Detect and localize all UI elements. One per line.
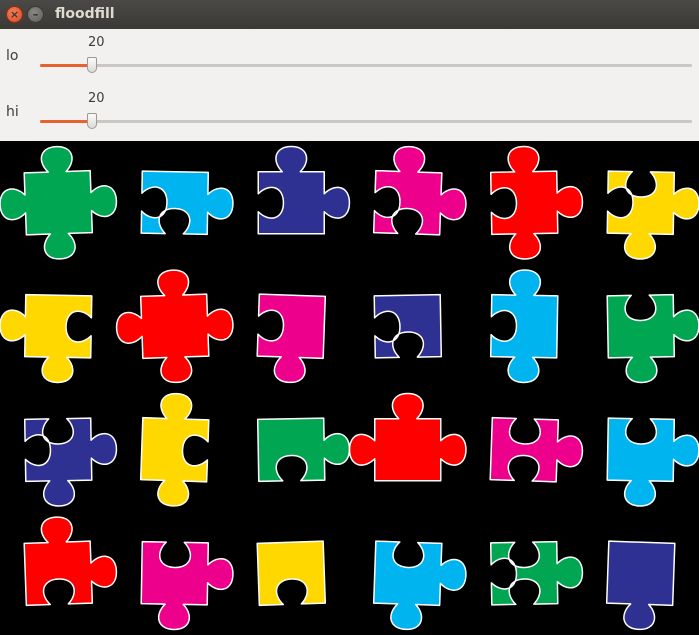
hi-trackbar-row: hi 20 — [0, 85, 699, 141]
puzzle-piece-navy — [257, 145, 351, 235]
puzzle-piece-magenta — [256, 293, 327, 384]
puzzle-piece-yellow — [139, 392, 210, 507]
hi-slider-fill — [40, 120, 93, 123]
lo-value: 20 — [88, 35, 105, 50]
puzzle-piece-navy — [23, 417, 118, 507]
puzzle-piece-red — [489, 145, 584, 260]
hi-label: hi — [6, 104, 19, 120]
puzzle-piece-green — [0, 145, 118, 260]
puzzle-piece-yellow — [0, 293, 93, 384]
lo-label: lo — [6, 48, 19, 64]
puzzle-piece-green — [489, 540, 584, 606]
puzzle-piece-red — [23, 516, 118, 607]
puzzle-piece-green — [256, 417, 351, 483]
trackbar-panel: lo 20 hi 20 — [0, 29, 699, 141]
puzzle-piece-green — [606, 293, 699, 384]
image-canvas[interactable] — [0, 141, 699, 635]
puzzle-piece-red — [115, 269, 234, 384]
title-bar[interactable]: × – floodfill — [0, 0, 699, 29]
puzzle-image — [0, 145, 699, 631]
puzzle-piece-magenta — [489, 416, 584, 483]
window-title: floodfill — [55, 6, 115, 22]
puzzle-piece-red — [348, 392, 467, 482]
puzzle-piece-yellow — [256, 540, 327, 607]
puzzle-piece-yellow — [606, 170, 699, 260]
puzzle-piece-cyan — [140, 170, 234, 236]
puzzle-piece-cyan — [372, 540, 467, 631]
hi-value: 20 — [88, 91, 105, 106]
puzzle-piece-magenta — [372, 145, 467, 236]
lo-slider[interactable] — [40, 57, 692, 73]
lo-slider-thumb[interactable] — [87, 57, 98, 73]
floodfill-window: × – floodfill lo 20 hi 20 — [0, 0, 699, 635]
puzzle-piece-navy — [605, 540, 676, 631]
puzzle-piece-cyan — [606, 417, 699, 507]
hi-slider[interactable] — [40, 113, 692, 129]
hi-slider-thumb[interactable] — [87, 113, 98, 129]
close-icon[interactable]: × — [6, 6, 23, 23]
puzzle-piece-navy — [373, 293, 443, 359]
lo-slider-fill — [40, 64, 93, 67]
lo-trackbar-row: lo 20 — [0, 29, 699, 85]
puzzle-piece-cyan — [489, 269, 559, 384]
minimize-icon[interactable]: – — [27, 6, 44, 23]
puzzle-piece-magenta — [140, 540, 234, 631]
